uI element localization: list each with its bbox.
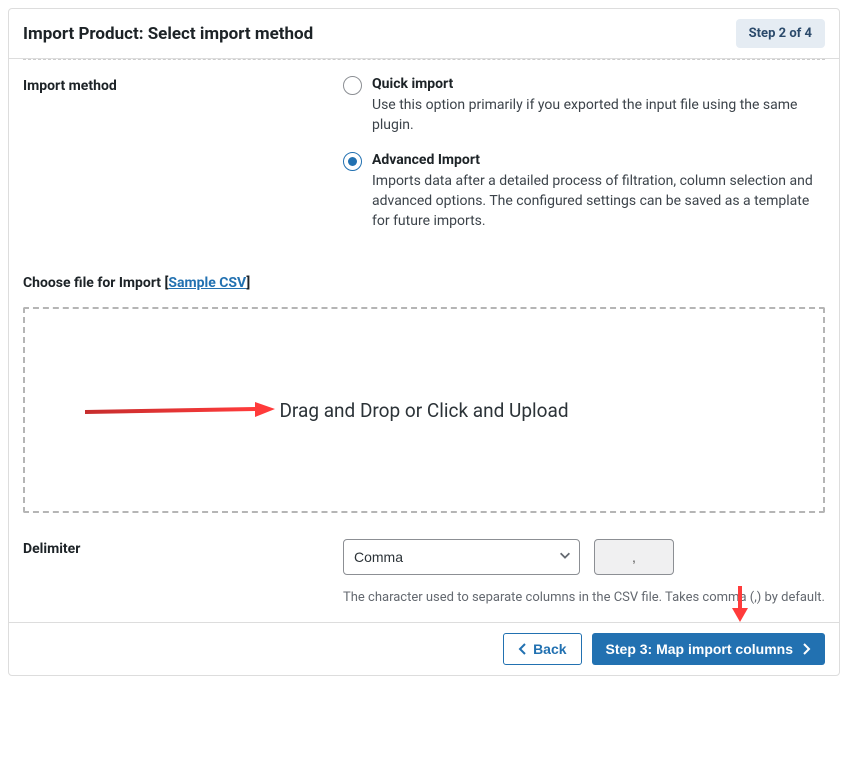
next-button-label: Step 3: Map import columns	[606, 641, 793, 657]
delimiter-hint: The character used to separate columns i…	[343, 589, 825, 607]
radio-advanced-import[interactable]: Advanced Import Imports data after a det…	[343, 152, 825, 232]
back-button[interactable]: Back	[503, 633, 581, 665]
step-badge: Step 2 of 4	[736, 19, 825, 48]
choose-file-prefix: Choose file for Import [	[23, 275, 168, 291]
radio-icon	[343, 76, 362, 95]
panel-header: Import Product: Select import method Ste…	[9, 9, 839, 59]
radio-text: Quick import Use this option primarily i…	[372, 76, 825, 136]
radio-title: Advanced Import	[372, 152, 480, 168]
chevron-left-icon	[518, 643, 528, 655]
import-method-label: Import method	[23, 76, 343, 247]
delimiter-field: Comma The character used to separate col…	[343, 539, 825, 607]
radio-desc: Use this option primarily if you exporte…	[372, 95, 825, 136]
sample-csv-link[interactable]: Sample CSV	[168, 275, 246, 291]
delimiter-row: Delimiter Comma The character used to se…	[23, 539, 825, 607]
chevron-right-icon	[801, 643, 811, 655]
dropzone-text: Drag and Drop or Click and Upload	[279, 399, 568, 422]
panel-footer: Back Step 3: Map import columns	[9, 622, 839, 675]
panel-body: Import method Quick import Use this opti…	[9, 60, 839, 622]
radio-text: Advanced Import Imports data after a det…	[372, 152, 825, 232]
next-button[interactable]: Step 3: Map import columns	[592, 633, 825, 665]
radio-desc: Imports data after a detailed process of…	[372, 171, 825, 232]
import-method-field: Quick import Use this option primarily i…	[343, 76, 825, 247]
back-button-label: Back	[533, 641, 566, 657]
radio-icon	[343, 152, 362, 171]
delimiter-label: Delimiter	[23, 539, 343, 607]
import-method-row: Import method Quick import Use this opti…	[23, 76, 825, 247]
choose-file-label: Choose file for Import [Sample CSV]	[23, 275, 825, 291]
delimiter-select-wrap: Comma	[343, 539, 580, 575]
choose-file-suffix: ]	[246, 275, 250, 291]
page-title: Import Product: Select import method	[23, 24, 313, 44]
delimiter-input[interactable]	[594, 539, 674, 575]
import-panel: Import Product: Select import method Ste…	[8, 8, 840, 676]
file-dropzone[interactable]: Drag and Drop or Click and Upload	[23, 307, 825, 513]
delimiter-select[interactable]: Comma	[343, 539, 580, 575]
annotation-arrow-icon	[85, 398, 275, 422]
radio-title: Quick import	[372, 76, 453, 92]
radio-quick-import[interactable]: Quick import Use this option primarily i…	[343, 76, 825, 136]
